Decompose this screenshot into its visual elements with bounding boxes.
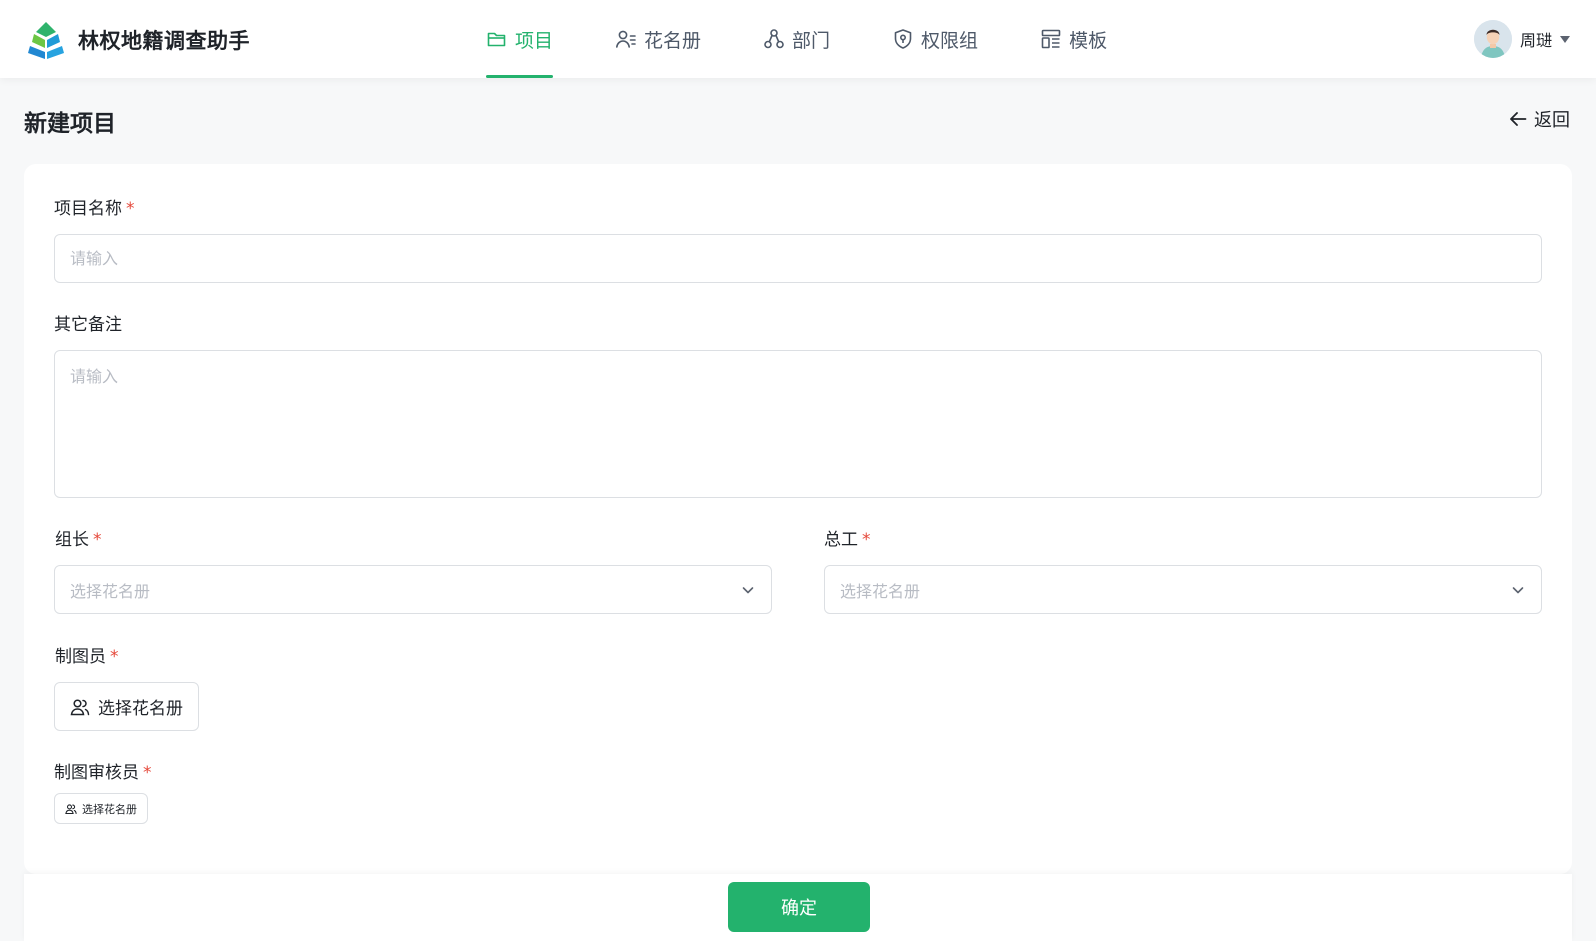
nav-item-projects[interactable]: 项目 — [486, 0, 554, 78]
nav-item-roster[interactable]: 花名册 — [615, 0, 701, 78]
required-mark: * — [93, 530, 102, 550]
chief-engineer-label-text: 总工 — [824, 530, 858, 550]
users-icon — [70, 697, 90, 717]
caret-down-icon — [1560, 35, 1570, 43]
leader-select[interactable]: 选择花名册 — [54, 565, 772, 614]
nav-label: 部门 — [792, 29, 831, 52]
drafter-picker-button[interactable]: 选择花名册 — [54, 682, 199, 731]
required-mark: * — [143, 763, 152, 783]
template-icon — [1040, 28, 1062, 50]
draft-reviewer-picker-label: 选择花名册 — [82, 802, 137, 816]
draft-reviewer-label-text: 制图审核员 — [54, 763, 139, 783]
app-name: 林权地籍调查助手 — [78, 29, 250, 53]
page-title: 新建项目 — [24, 111, 116, 137]
shield-icon — [892, 28, 914, 50]
drafter-label-text: 制图员 — [55, 647, 106, 667]
project-name-input[interactable] — [54, 234, 1542, 283]
avatar — [1473, 20, 1512, 58]
project-name-label: 项目名称 * — [54, 194, 135, 219]
back-label: 返回 — [1534, 110, 1570, 131]
leader-label-text: 组长 — [55, 530, 89, 550]
org-chart-icon — [763, 28, 785, 50]
user-list-icon — [615, 28, 637, 50]
drafter-label: 制图员 * — [55, 642, 119, 667]
required-mark: * — [862, 530, 871, 550]
folder-icon — [486, 28, 508, 50]
nav-item-templates[interactable]: 模板 — [1040, 0, 1107, 78]
chief-engineer-select-placeholder: 选择花名册 — [840, 581, 921, 601]
remarks-label: 其它备注 — [54, 315, 122, 335]
confirm-button[interactable]: 确定 — [728, 882, 870, 932]
app-logo-icon — [28, 22, 64, 59]
users-icon — [65, 803, 77, 815]
nav-label: 模板 — [1069, 29, 1108, 52]
draft-reviewer-picker-button[interactable]: 选择花名册 — [54, 793, 148, 824]
chevron-down-icon — [742, 586, 754, 593]
chief-engineer-label: 总工 * — [824, 525, 871, 550]
back-button[interactable]: 返回 — [1508, 106, 1570, 132]
nav-label: 花名册 — [644, 29, 702, 52]
top-header: 林权地籍调查助手 项目 花名册 部门 权限组 模板 周琎 — [0, 0, 1596, 78]
form-card: 项目名称* 其它备注 组长* 选择花名册 总工* 选择花名册 制图员* 选择花名… — [24, 164, 1572, 874]
nav-label: 项目 — [515, 29, 554, 52]
drafter-picker-label: 选择花名册 — [98, 699, 183, 719]
required-mark: * — [126, 199, 135, 219]
main-nav: 项目 花名册 部门 权限组 模板 — [486, 0, 1169, 78]
leader-label: 组长 * — [55, 525, 102, 550]
user-name: 周琎 — [1519, 31, 1552, 50]
remarks-textarea[interactable] — [54, 350, 1542, 498]
draft-reviewer-label: 制图审核员 * — [54, 758, 152, 783]
required-mark: * — [110, 647, 119, 667]
form-footer: 确定 — [24, 874, 1572, 941]
nav-label: 权限组 — [921, 29, 979, 52]
nav-item-departments[interactable]: 部门 — [763, 0, 830, 78]
brand[interactable]: 林权地籍调查助手 — [26, 20, 250, 60]
nav-item-permission-groups[interactable]: 权限组 — [892, 0, 978, 78]
user-menu[interactable]: 周琎 — [1473, 20, 1570, 58]
arrow-left-icon — [1510, 112, 1527, 126]
leader-select-placeholder: 选择花名册 — [70, 581, 151, 601]
chief-engineer-select[interactable]: 选择花名册 — [824, 565, 1542, 614]
project-name-label-text: 项目名称 — [54, 199, 122, 219]
chevron-down-icon — [1512, 586, 1524, 593]
